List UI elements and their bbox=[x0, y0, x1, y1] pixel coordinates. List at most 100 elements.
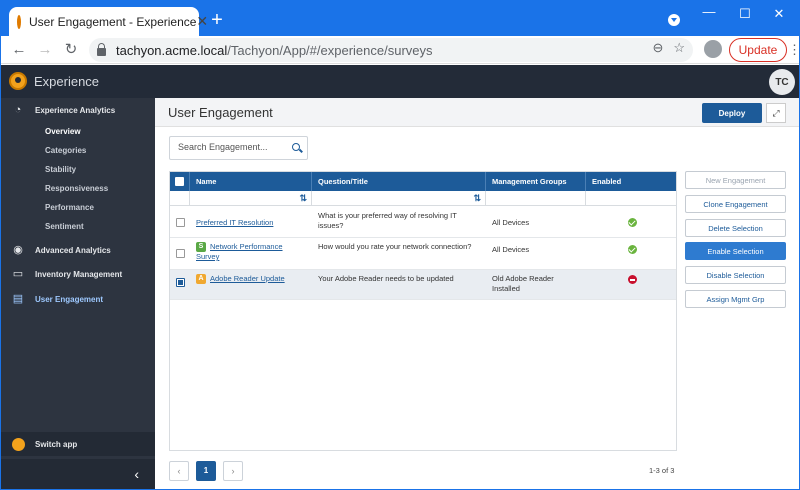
sidebar-subitem-categories[interactable]: Categories bbox=[45, 146, 86, 155]
zoom-icon[interactable]: ⊖ bbox=[652, 40, 663, 56]
alert-badge-icon: A bbox=[196, 274, 206, 284]
sidebar-item-label: Experience Analytics bbox=[35, 105, 116, 115]
assign-mgmt-grp-button[interactable]: Assign Mgmt Grp bbox=[685, 290, 786, 308]
page-header: User Engagement Deploy ⤢ bbox=[155, 98, 799, 127]
close-tab-icon[interactable]: ✕ bbox=[196, 13, 208, 30]
deploy-button[interactable]: Deploy bbox=[702, 103, 762, 123]
browser-tab[interactable]: User Engagement - Experience ✕ bbox=[9, 7, 208, 36]
disable-selection-button[interactable]: Disable Selection bbox=[685, 266, 786, 284]
row-checkbox[interactable] bbox=[176, 278, 185, 287]
next-page-icon[interactable]: › bbox=[223, 461, 243, 481]
engagement-name-link[interactable]: Adobe Reader Update bbox=[210, 274, 285, 283]
clone-engagement-button[interactable]: Clone Engagement bbox=[685, 195, 786, 213]
page-title: User Engagement bbox=[168, 105, 273, 120]
app-header: Experience TC bbox=[1, 65, 799, 98]
sidebar-subitem-stability[interactable]: Stability bbox=[45, 165, 76, 174]
groups-cell: All Devices bbox=[492, 245, 530, 254]
engagement-table: Name Question/Title Management Groups En… bbox=[169, 171, 677, 451]
disabled-icon bbox=[628, 275, 637, 284]
update-button[interactable]: Update bbox=[729, 38, 787, 62]
new-tab-icon[interactable]: + bbox=[208, 10, 226, 30]
forward-arrow-icon[interactable]: → bbox=[35, 40, 55, 60]
tab-title: User Engagement - Experience bbox=[29, 14, 197, 29]
name-filter-cell: ⇅ bbox=[190, 191, 312, 206]
name-cell: A Adobe Reader Update bbox=[196, 274, 285, 284]
engagement-name-link[interactable]: Preferred IT Resolution bbox=[196, 218, 273, 228]
column-header-name[interactable]: Name bbox=[190, 172, 312, 191]
question-cell: What is your preferred way of resolving … bbox=[318, 211, 457, 230]
sidebar-item-label: Advanced Analytics bbox=[35, 245, 111, 255]
tab-search-icon[interactable] bbox=[668, 14, 680, 26]
maximize-icon[interactable]: ☐ bbox=[735, 6, 755, 22]
collapse-sidebar-button[interactable]: ‹ bbox=[1, 459, 155, 489]
survey-badge-icon: S bbox=[196, 242, 206, 252]
chevron-left-icon: ‹ bbox=[134, 466, 139, 482]
filter-row: ⇅ ⇅ bbox=[170, 191, 676, 206]
sidebar-item-inventory-management[interactable]: ▭ Inventory Management bbox=[1, 262, 155, 286]
column-header-question[interactable]: Question/Title bbox=[312, 172, 486, 191]
switch-app-button[interactable]: Switch app bbox=[1, 432, 155, 456]
clipboard-icon: ▤ bbox=[12, 293, 24, 305]
select-all-checkbox[interactable] bbox=[175, 177, 184, 186]
back-arrow-icon[interactable]: ← bbox=[9, 40, 29, 60]
delete-selection-button[interactable]: Delete Selection bbox=[685, 219, 786, 237]
enabled-check-icon bbox=[628, 218, 637, 227]
enable-selection-button[interactable]: Enable Selection bbox=[685, 242, 786, 260]
minimize-icon[interactable]: — bbox=[699, 4, 719, 19]
table-row[interactable]: Preferred IT Resolution What is your pre… bbox=[170, 207, 676, 238]
groups-cell: All Devices bbox=[492, 218, 530, 227]
question-filter-cell: ⇅ bbox=[312, 191, 486, 206]
table-row[interactable]: A Adobe Reader Update Your Adobe Reader n… bbox=[170, 270, 676, 300]
update-label: Update bbox=[738, 43, 778, 57]
search-input[interactable] bbox=[178, 142, 288, 152]
kebab-menu-icon[interactable]: ⋮ bbox=[788, 42, 799, 58]
lock-icon bbox=[97, 42, 106, 56]
table-row[interactable]: S Network Performance Survey How would yo… bbox=[170, 238, 676, 270]
question-cell: How would you rate your network connecti… bbox=[318, 242, 472, 251]
name-cell: S Network Performance Survey bbox=[196, 242, 296, 262]
user-avatar[interactable]: TC bbox=[769, 69, 795, 95]
column-header-enabled[interactable]: Enabled bbox=[586, 172, 676, 191]
sidebar-subitem-sentiment[interactable]: Sentiment bbox=[45, 222, 84, 231]
enabled-check-icon bbox=[628, 245, 637, 254]
sidebar-item-experience-analytics[interactable]: ◔ Experience Analytics bbox=[1, 98, 155, 122]
sidebar-subitem-overview[interactable]: Overview bbox=[45, 127, 81, 136]
close-window-icon[interactable]: ✕ bbox=[769, 6, 789, 22]
address-bar[interactable]: tachyon.acme.local/Tachyon/App/#/experie… bbox=[89, 38, 693, 62]
bookmark-star-icon[interactable]: ☆ bbox=[673, 40, 685, 56]
monitor-icon: ▭ bbox=[12, 268, 24, 280]
main-content: User Engagement Deploy ⤢ Name Question/T… bbox=[155, 98, 799, 489]
url-path: /Tachyon/App/#/experience/surveys bbox=[227, 42, 433, 58]
switch-app-icon bbox=[12, 437, 25, 451]
dashboard-icon: ◔ bbox=[14, 104, 22, 116]
select-all-cell bbox=[170, 172, 190, 191]
reload-icon[interactable]: ↻ bbox=[61, 40, 81, 60]
binoculars-icon: ◉ bbox=[13, 244, 23, 256]
new-engagement-button[interactable]: New Engagement bbox=[685, 171, 786, 189]
expand-icon[interactable]: ⤢ bbox=[766, 103, 786, 123]
app-title: Experience bbox=[34, 74, 100, 89]
sort-icon[interactable]: ⇅ bbox=[473, 193, 481, 204]
engagement-name-link[interactable]: Network Performance Survey bbox=[196, 242, 283, 261]
deploy-label: Deploy bbox=[718, 108, 746, 118]
groups-cell: Old Adobe Reader Installed bbox=[492, 274, 554, 293]
profile-avatar-icon[interactable] bbox=[704, 40, 722, 58]
sidebar: ◔ Experience Analytics Overview Categori… bbox=[1, 98, 155, 489]
url-host: tachyon.acme.local bbox=[116, 42, 228, 58]
prev-page-icon[interactable]: ‹ bbox=[169, 461, 189, 481]
sidebar-item-advanced-analytics[interactable]: ◉ Advanced Analytics bbox=[1, 238, 155, 262]
sort-icon[interactable]: ⇅ bbox=[299, 193, 307, 204]
browser-toolbar: ← → ↻ tachyon.acme.local/Tachyon/App/#/e… bbox=[1, 36, 799, 64]
search-icon[interactable] bbox=[292, 143, 300, 151]
question-cell: Your Adobe Reader needs to be updated bbox=[318, 274, 454, 283]
sidebar-item-user-engagement[interactable]: ▤ User Engagement bbox=[1, 287, 155, 311]
row-checkbox[interactable] bbox=[176, 218, 185, 227]
sidebar-subitem-responsiveness[interactable]: Responsiveness bbox=[45, 184, 108, 193]
page-button-current[interactable]: 1 bbox=[196, 461, 216, 481]
column-header-management-groups[interactable]: Management Groups bbox=[486, 172, 586, 191]
browser-tabbar: User Engagement - Experience ✕ + — ☐ ✕ bbox=[1, 1, 799, 36]
row-checkbox[interactable] bbox=[176, 249, 185, 258]
sidebar-item-label: Inventory Management bbox=[35, 269, 123, 279]
browser-window: User Engagement - Experience ✕ + — ☐ ✕ ←… bbox=[0, 0, 800, 490]
sidebar-subitem-performance[interactable]: Performance bbox=[45, 203, 94, 212]
